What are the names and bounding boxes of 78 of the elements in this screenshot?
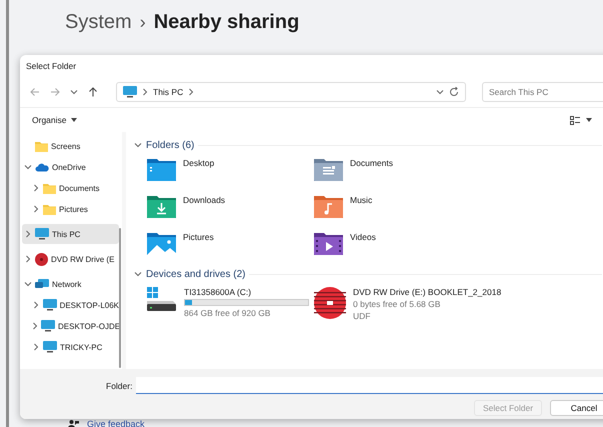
expand-chevron-icon[interactable] (32, 184, 40, 192)
collapse-chevron-icon (134, 142, 142, 148)
cloud-icon (35, 162, 49, 172)
folder-item[interactable]: Music (314, 191, 603, 228)
folder-item[interactable]: Videos (314, 228, 603, 265)
folder-item[interactable]: Downloads (147, 191, 314, 228)
desktop-folder-icon (147, 158, 176, 181)
caret-icon[interactable] (586, 118, 592, 122)
monitor-icon (41, 320, 55, 332)
folder-icon (43, 182, 56, 194)
expand-chevron-icon[interactable] (32, 322, 38, 330)
recent-locations-chevron-icon (70, 89, 78, 95)
expand-chevron-icon[interactable] (24, 255, 32, 263)
organise-menu-button[interactable]: Organise (30, 113, 78, 127)
videos-folder-icon (314, 232, 343, 255)
monitor-icon (42, 299, 57, 311)
drive-name: TI31358600A (C:) (184, 287, 252, 297)
cancel-button[interactable]: Cancel (550, 400, 603, 416)
network-icon (35, 278, 49, 290)
monitor-icon (35, 228, 49, 240)
sidebar-item[interactable]: DVD RW Drive (E (22, 249, 119, 269)
music-folder-icon (314, 195, 343, 218)
folder-input[interactable] (136, 377, 603, 394)
pictures-folder-icon (147, 232, 176, 255)
disc-icon (35, 252, 48, 266)
folder-icon (43, 204, 56, 214)
breadcrumb-chevron-icon (188, 88, 194, 96)
expand-chevron-icon[interactable] (24, 230, 32, 238)
sidebar-item[interactable]: Screens (22, 136, 119, 156)
documents-folder-icon (314, 158, 343, 181)
folder-item[interactable]: Documents (314, 154, 603, 191)
sidebar-item[interactable]: Network (22, 274, 119, 294)
breadcrumb-separator: › (140, 12, 146, 33)
monitor-icon (43, 341, 57, 353)
dialog-title: Select Folder (26, 61, 76, 71)
download-folder-icon (147, 195, 176, 218)
section-header[interactable]: Devices and drives (2) (146, 268, 246, 280)
section-header[interactable]: Folders (6) (146, 140, 194, 150)
drive-item[interactable]: DVD RW Drive (E:) BOOKLET_2_2018 0 bytes free of 5.68 GB UDF (314, 283, 603, 321)
page-title: Nearby sharing (154, 11, 300, 34)
search-field[interactable]: Search This PC (482, 82, 603, 102)
folder-item[interactable]: Pictures (147, 228, 314, 265)
view-options-icon[interactable] (570, 116, 580, 124)
caret-icon (70, 118, 76, 122)
expand-chevron-icon[interactable] (32, 205, 40, 213)
address-location[interactable]: This PC (153, 87, 184, 97)
expand-chevron-icon[interactable] (32, 301, 40, 309)
breadcrumb-chevron-icon (142, 88, 148, 96)
free-space-text: 0 bytes free of 5.68 GB (353, 299, 442, 309)
expand-chevron-icon[interactable] (24, 281, 32, 287)
sidebar-item[interactable]: TRICKY-PC (22, 337, 119, 357)
drive-name: DVD RW Drive (E:) BOOKLET_2_2018 (353, 287, 502, 297)
refresh-icon[interactable] (449, 87, 459, 97)
folder-label: Folder: (106, 380, 132, 390)
sidebar-item[interactable]: DESKTOP-L06K (22, 295, 119, 315)
breadcrumb-parent[interactable]: System (65, 11, 132, 34)
hard-drive-icon (147, 287, 177, 313)
expand-chevron-icon[interactable] (24, 164, 32, 170)
drive-item[interactable]: TI31358600A (C:) 864 GB free of 920 GB (147, 283, 314, 321)
address-bar[interactable]: This PC (116, 82, 466, 102)
folder-icon (35, 140, 48, 152)
address-dropdown-icon (436, 89, 444, 95)
feedback-person-icon (68, 420, 79, 427)
monitor-icon (123, 86, 137, 98)
sidebar-item[interactable]: OneDrive (22, 157, 119, 177)
give-feedback-link[interactable]: Give feedback (87, 419, 145, 427)
sidebar-item[interactable]: DESKTOP-OJDE (22, 316, 119, 336)
sidebar-item[interactable]: This PC (22, 224, 119, 244)
file-system-text: UDF (353, 311, 372, 321)
folder-item[interactable]: Desktop (147, 154, 314, 191)
expand-chevron-icon[interactable] (32, 343, 40, 351)
up-arrow-icon[interactable] (88, 87, 98, 97)
scrollbar-thumb[interactable] (119, 228, 121, 368)
sidebar-item[interactable]: Pictures (22, 199, 119, 219)
disc-icon (314, 287, 346, 319)
sidebar-item[interactable]: Documents (22, 178, 119, 198)
collapse-chevron-icon (134, 271, 142, 277)
free-space-text: 864 GB free of 920 GB (184, 308, 272, 318)
